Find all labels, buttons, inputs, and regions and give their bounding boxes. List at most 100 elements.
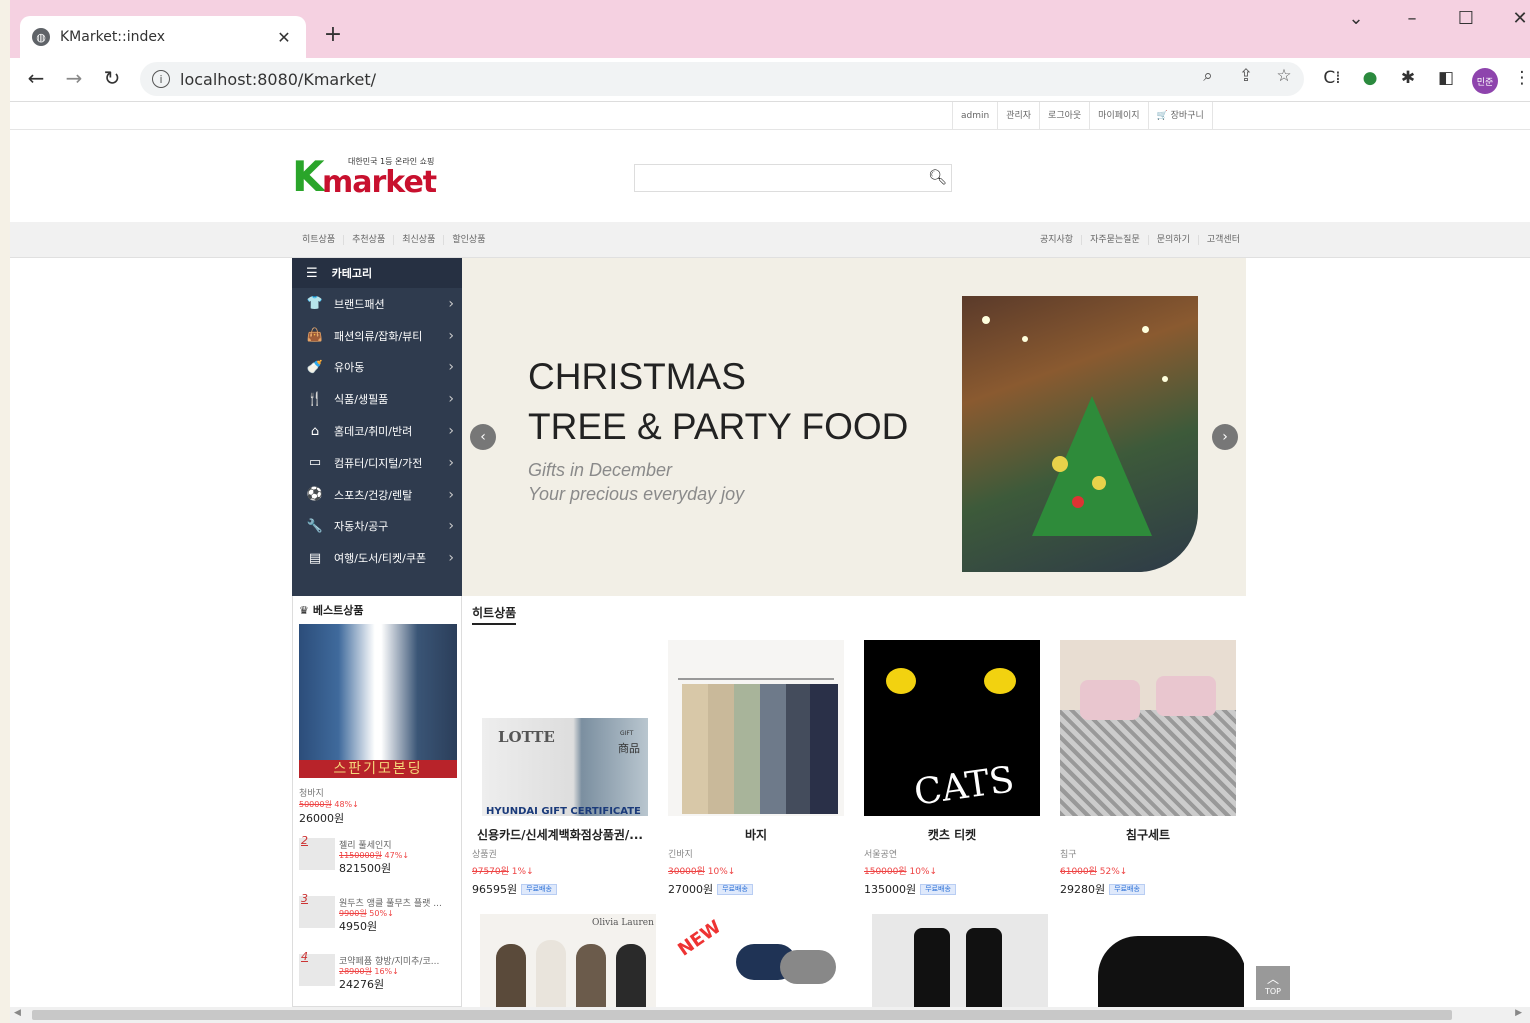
top-links: admin 관리자 로그아웃 마이페이지 🛒 장바구니 bbox=[952, 102, 1213, 130]
extension-icon[interactable]: C⁞ bbox=[1320, 68, 1344, 88]
best-main-info[interactable]: 청바지 50000원 48%↓ 26000원 bbox=[299, 786, 359, 826]
product-price: 29280원 bbox=[1060, 883, 1106, 896]
product-title[interactable]: 캣츠 티켓 bbox=[864, 826, 1040, 843]
category-item-label: 여행/도서/티켓/쿠폰 bbox=[334, 552, 427, 566]
top-link-admin[interactable]: admin bbox=[952, 102, 997, 130]
top-link-mypage[interactable]: 마이페이지 bbox=[1089, 102, 1147, 130]
category-item[interactable]: ⚽ 스포츠/건강/렌탈 › bbox=[292, 479, 462, 511]
globe-icon: ◍ bbox=[32, 28, 50, 46]
product-image[interactable]: LOTTE GIFT 商品 HYUNDAI GIFT CERTIFICATE bbox=[472, 640, 648, 816]
chevron-up-icon: ︿ bbox=[1266, 972, 1279, 986]
category-item[interactable]: ▭ 컴퓨터/디지털/가전 › bbox=[292, 447, 462, 479]
rank-number: 4 bbox=[301, 950, 308, 963]
product-title[interactable]: 신용카드/신세계백화점상품권/... bbox=[472, 826, 648, 843]
category-item[interactable]: 🔧 자동차/공구 › bbox=[292, 511, 462, 543]
share-icon[interactable]: ⇪ bbox=[1234, 66, 1258, 86]
reload-icon[interactable]: ↻ bbox=[98, 66, 126, 90]
product-image[interactable]: CATS bbox=[864, 640, 1040, 816]
sidepanel-icon[interactable]: ◧ bbox=[1434, 68, 1458, 88]
rank-number: 2 bbox=[301, 834, 308, 847]
close-tab-icon[interactable]: ✕ bbox=[274, 28, 294, 47]
browser-window: ◍ KMarket::index ✕ + ⌄ – ☐ ✕ ← → ↻ i loc… bbox=[10, 0, 1530, 1023]
maximize-button[interactable]: ☐ bbox=[1446, 8, 1486, 29]
best-list-item[interactable]: 4 코약페퓸 향방/지미추/코... 28900원 16%↓ 24276원 bbox=[299, 950, 459, 994]
banner-title: CHRISTMAS TREE & PARTY FOOD bbox=[528, 356, 909, 447]
new-tab-button[interactable]: + bbox=[320, 22, 346, 47]
top-link-cart[interactable]: 🛒 장바구니 bbox=[1147, 102, 1213, 130]
product-card[interactable]: 바지 긴바지 30000원 10%↓ 27000원 무료배송 bbox=[668, 640, 844, 897]
category-item[interactable]: ▤ 여행/도서/티켓/쿠폰 › bbox=[292, 542, 462, 574]
top-link-manager[interactable]: 관리자 bbox=[997, 102, 1039, 130]
product-old-price: 30000원 10%↓ bbox=[668, 867, 736, 877]
back-icon[interactable]: ← bbox=[22, 66, 50, 90]
main-banner[interactable]: CHRISTMAS TREE & PARTY FOOD Gifts in Dec… bbox=[462, 258, 1246, 596]
search-input[interactable]: 🔍︎ bbox=[634, 164, 952, 192]
menu-recommend[interactable]: 추천상품 bbox=[343, 235, 393, 245]
best-item-price: 4950원 bbox=[339, 920, 378, 933]
forward-icon[interactable]: → bbox=[60, 66, 88, 90]
category-item[interactable]: 🍼 유아동 › bbox=[292, 352, 462, 384]
scroll-top-button[interactable]: ︿ TOP bbox=[1256, 966, 1290, 1000]
menu-new[interactable]: 최신상품 bbox=[393, 235, 443, 245]
menu-faq[interactable]: 자주묻는질문 bbox=[1081, 235, 1148, 245]
tab-search-icon[interactable]: ⌄ bbox=[1336, 8, 1376, 29]
menu-hit[interactable]: 히트상품 bbox=[294, 235, 343, 245]
product-card-row2-3[interactable] bbox=[872, 914, 1048, 1007]
category-item-label: 홈데코/취미/반려 bbox=[334, 425, 413, 439]
product-card-row2-1[interactable]: Olivia Lauren bbox=[480, 914, 656, 1007]
product-category: 서울공연 bbox=[864, 850, 898, 860]
banner-next-button[interactable]: › bbox=[1212, 424, 1238, 450]
product-price: 135000원 bbox=[864, 883, 917, 896]
category-item-label: 자동차/공구 bbox=[334, 520, 389, 534]
menu-cs[interactable]: 고객센터 bbox=[1197, 235, 1248, 245]
banner-prev-button[interactable]: ‹ bbox=[470, 424, 496, 450]
category-item-label: 식품/생필품 bbox=[334, 393, 389, 407]
title-bar: ◍ KMarket::index ✕ + ⌄ – ☐ ✕ bbox=[10, 0, 1530, 58]
product-card[interactable]: 침구세트 침구 61000원 52%↓ 29280원 무료배송 bbox=[1060, 640, 1236, 897]
menu-qna[interactable]: 문의하기 bbox=[1147, 235, 1198, 245]
close-window-button[interactable]: ✕ bbox=[1500, 8, 1530, 29]
stroller-icon: 🍼 bbox=[306, 359, 324, 375]
best-main-image[interactable]: 스판기모본딩 bbox=[299, 624, 457, 778]
kmarket-logo[interactable]: K market 대한민국 1등 온라인 쇼핑 bbox=[292, 154, 442, 202]
best-list-item[interactable]: 2 젤리 풀세인지 1150000원 47%↓ 821500원 bbox=[299, 834, 459, 878]
product-category: 침구 bbox=[1060, 850, 1077, 860]
browser-tab[interactable]: ◍ KMarket::index ✕ bbox=[20, 16, 306, 58]
product-image[interactable] bbox=[1060, 640, 1236, 816]
puzzle-icon[interactable]: ✱ bbox=[1396, 68, 1420, 88]
scroll-left-icon[interactable]: ◀ bbox=[14, 1008, 21, 1018]
menu-notice[interactable]: 공지사항 bbox=[1032, 235, 1081, 245]
product-image[interactable] bbox=[668, 640, 844, 816]
zoom-icon[interactable]: ⌕ bbox=[1196, 66, 1220, 86]
category-item[interactable]: 👜 패션의류/잡화/뷰티 › bbox=[292, 320, 462, 352]
info-icon[interactable]: i bbox=[152, 70, 170, 88]
menu-right: 공지사항 자주묻는질문 문의하기 고객센터 bbox=[1032, 222, 1248, 258]
omnibox[interactable]: i localhost:8080/Kmarket/ bbox=[140, 62, 1304, 96]
category-item[interactable]: 🍴 식품/생필품 › bbox=[292, 383, 462, 415]
minimize-button[interactable]: – bbox=[1392, 8, 1432, 29]
menu-discount[interactable]: 할인상품 bbox=[443, 235, 493, 245]
profile-avatar[interactable]: 민준 bbox=[1472, 68, 1498, 94]
category-item[interactable]: ⌂ 홈데코/취미/반려 › bbox=[292, 415, 462, 447]
menu-dots-icon[interactable]: ⋮ bbox=[1510, 68, 1530, 88]
scroll-thumb[interactable] bbox=[32, 1010, 1452, 1020]
search-icon[interactable]: 🔍︎ bbox=[928, 168, 947, 186]
top-links-bar: admin 관리자 로그아웃 마이페이지 🛒 장바구니 bbox=[10, 102, 1530, 130]
top-link-logout[interactable]: 로그아웃 bbox=[1039, 102, 1089, 130]
product-card[interactable]: LOTTE GIFT 商品 HYUNDAI GIFT CERTIFICATE 신용… bbox=[472, 640, 648, 897]
product-title[interactable]: 바지 bbox=[668, 826, 844, 843]
scroll-right-icon[interactable]: ▶ bbox=[1515, 1008, 1522, 1018]
product-card[interactable]: CATS 캣츠 티켓서울공연 150000원 10%↓ 135000원 무료배송 bbox=[864, 640, 1040, 897]
product-title[interactable]: 침구세트 bbox=[1060, 826, 1236, 843]
product-card-row2-4[interactable] bbox=[1068, 914, 1244, 1007]
free-shipping-badge: 무료배송 bbox=[920, 883, 956, 895]
extension-globe-icon[interactable]: ● bbox=[1358, 68, 1382, 88]
bookmark-star-icon[interactable]: ☆ bbox=[1272, 66, 1296, 86]
product-card-row2-2[interactable]: NEW bbox=[676, 914, 852, 1007]
home-icon: ⌂ bbox=[310, 423, 320, 439]
category-item[interactable]: 👕 브랜드패션 › bbox=[292, 288, 462, 320]
url-text[interactable]: localhost:8080/Kmarket/ bbox=[180, 70, 376, 89]
horizontal-scrollbar[interactable]: ◀ ▶ bbox=[10, 1007, 1530, 1023]
product-old-price: 150000원 10%↓ bbox=[864, 867, 938, 877]
best-list-item[interactable]: 3 원두츠 앵클 풀무츠 플랫 ... 9900원 50%↓ 4950원 bbox=[299, 892, 459, 936]
